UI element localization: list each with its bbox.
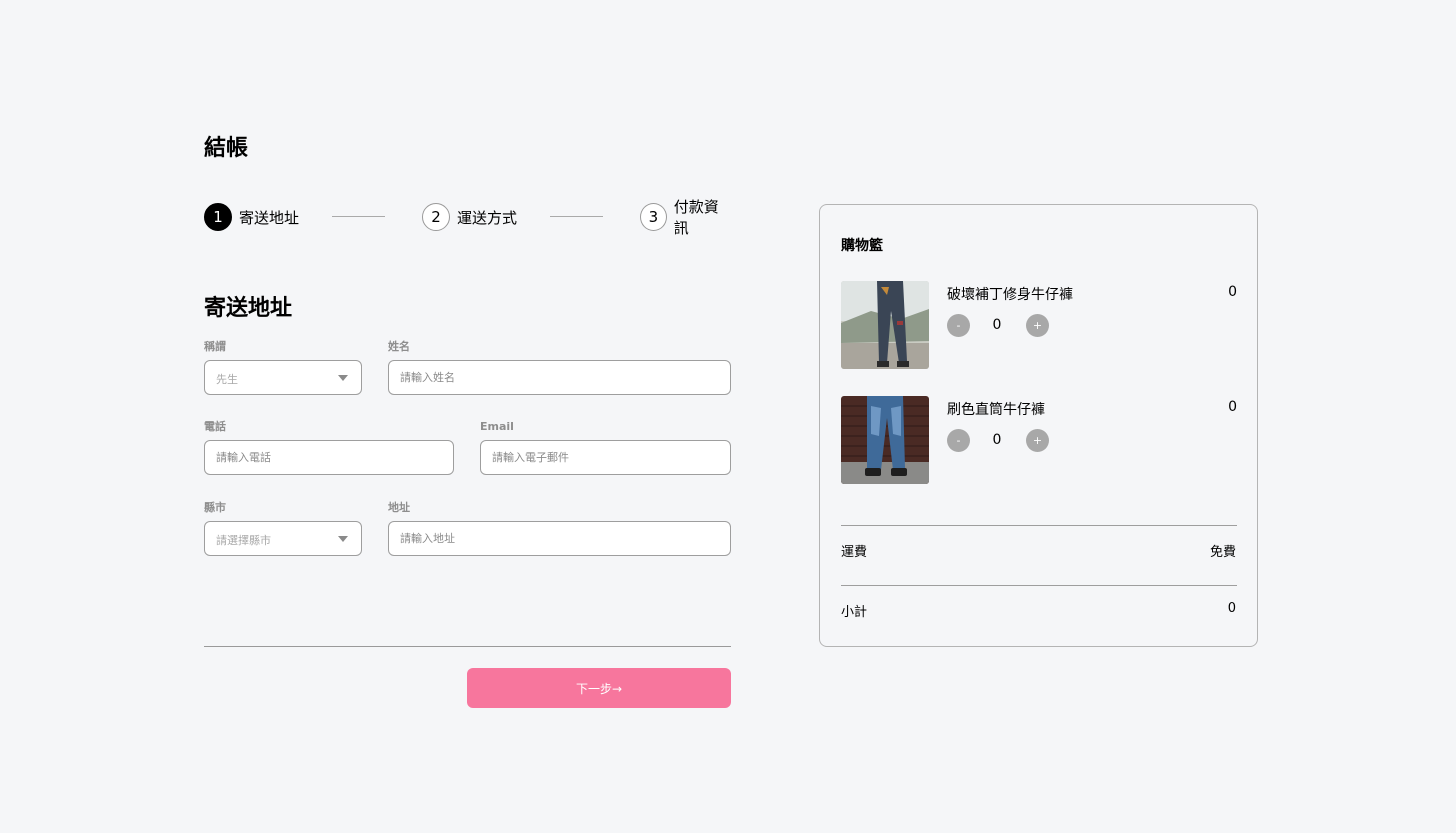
chevron-down-icon xyxy=(338,375,348,381)
city-label: 縣市 xyxy=(204,501,226,514)
item-quantity: 0 xyxy=(992,317,1002,333)
email-input-box xyxy=(480,440,731,475)
salutation-select[interactable]: 先生 xyxy=(204,360,362,395)
city-placeholder: 請選擇縣市 xyxy=(216,534,271,547)
address-label: 地址 xyxy=(388,501,410,514)
step-shipping-method[interactable]: 2 運送方式 xyxy=(422,203,517,231)
address-input-box xyxy=(388,521,731,556)
phone-label: 電話 xyxy=(204,420,226,433)
chevron-down-icon xyxy=(338,536,348,542)
item-quantity: 0 xyxy=(992,432,1002,448)
step-connector xyxy=(332,216,385,217)
cart-item: 刷色直筒牛仔褲 0 - 0 + xyxy=(841,396,1237,484)
phone-input-box xyxy=(204,440,454,475)
city-select[interactable]: 請選擇縣市 xyxy=(204,521,362,556)
step-label: 運送方式 xyxy=(457,208,518,227)
city-field: 縣市 請選擇縣市 xyxy=(204,501,362,556)
step-label: 寄送地址 xyxy=(239,208,300,227)
name-field: 姓名 xyxy=(388,340,731,395)
increase-quantity-button[interactable]: + xyxy=(1026,429,1049,452)
salutation-field: 稱謂 先生 xyxy=(204,340,362,395)
email-field: Email xyxy=(480,420,731,475)
checkout-stepper: 1 寄送地址 2 運送方式 3 付款資訊 xyxy=(204,198,731,237)
salutation-value: 先生 xyxy=(216,373,238,386)
next-step-button[interactable]: 下一步→ xyxy=(467,668,731,708)
phone-input[interactable] xyxy=(205,441,453,474)
item-price: 0 xyxy=(1228,284,1237,300)
form-divider xyxy=(204,646,731,647)
email-label: Email xyxy=(480,420,514,433)
step-connector xyxy=(550,216,603,217)
item-name: 破壞補丁修身牛仔褲 xyxy=(947,287,1073,303)
step-payment-info[interactable]: 3 付款資訊 xyxy=(640,198,731,237)
subtotal-label: 小計 xyxy=(841,605,868,620)
salutation-label: 稱謂 xyxy=(204,340,226,353)
address-input[interactable] xyxy=(389,522,730,555)
increase-quantity-button[interactable]: + xyxy=(1026,314,1049,337)
address-field: 地址 xyxy=(388,501,731,556)
cart-divider xyxy=(841,525,1237,526)
item-price: 0 xyxy=(1228,399,1237,415)
cart-panel: 購物籃 破壞補丁修身牛仔褲 0 - 0 + 刷色直筒牛仔褲 0 - 0 + 運費… xyxy=(819,204,1258,647)
name-label: 姓名 xyxy=(388,340,410,353)
cart-item: 破壞補丁修身牛仔褲 0 - 0 + xyxy=(841,281,1237,369)
product-image xyxy=(841,396,929,484)
cart-divider xyxy=(841,585,1237,586)
checkout-page: 結帳 1 寄送地址 2 運送方式 3 付款資訊 寄送地址 稱謂 先生 姓名 請輸… xyxy=(0,0,1456,833)
subtotal-value: 0 xyxy=(1227,601,1236,616)
item-name: 刷色直筒牛仔褲 xyxy=(947,402,1045,418)
step-number: 1 xyxy=(204,203,232,231)
step-shipping-address[interactable]: 1 寄送地址 xyxy=(204,203,299,231)
shipping-label: 運費 xyxy=(841,545,868,560)
name-input-box xyxy=(388,360,731,395)
step-label: 付款資訊 xyxy=(673,198,719,237)
decrease-quantity-button[interactable]: - xyxy=(947,314,970,337)
product-image xyxy=(841,281,929,369)
decrease-quantity-button[interactable]: - xyxy=(947,429,970,452)
phone-field: 電話 xyxy=(204,420,454,475)
cart-title: 購物籃 xyxy=(841,238,883,254)
page-title: 結帳 xyxy=(204,136,249,161)
step-number: 2 xyxy=(422,203,450,231)
email-input[interactable] xyxy=(481,441,730,474)
section-title: 寄送地址 xyxy=(204,296,293,321)
name-input[interactable] xyxy=(389,361,730,394)
step-number: 3 xyxy=(640,203,667,231)
shipping-value: 免費 xyxy=(1209,545,1236,560)
